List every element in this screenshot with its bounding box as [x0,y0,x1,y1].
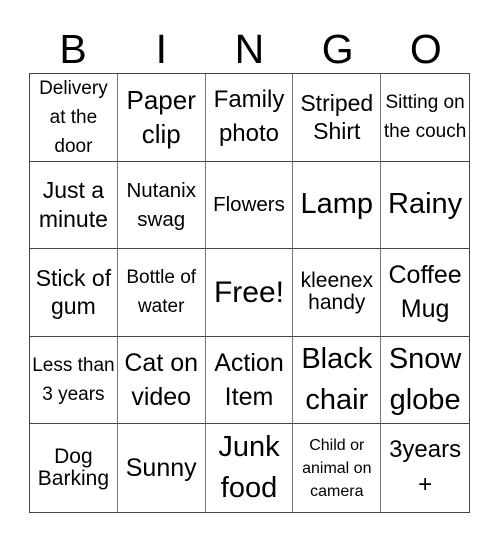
bingo-cell[interactable]: Nutanix swag [117,161,206,250]
header-letter-b: B [59,26,87,72]
header-letter-o: O [409,26,442,72]
bingo-cell[interactable]: Flowers [205,161,294,250]
bingo-cell[interactable]: Delivery at the door [30,74,118,162]
bingo-cell[interactable]: Coffee Mug [381,249,469,337]
bingo-cell[interactable]: Striped Shirt [293,74,382,162]
header-letter-i: I [155,26,167,72]
bingo-cell[interactable]: Snow globe [381,337,469,425]
bingo-cell[interactable]: 3years + [381,424,469,512]
bingo-cell[interactable]: Bottle of water [117,249,206,337]
bingo-cell[interactable]: Sitting on the couch [381,74,469,162]
bingo-cell[interactable]: Just a minute [30,161,118,250]
bingo-cell[interactable]: Cat on video [117,336,206,425]
bingo-cell[interactable]: Rainy [381,162,469,250]
bingo-cell[interactable]: Lamp [293,161,382,250]
bingo-cell[interactable]: Child or animal on camera [293,424,382,512]
bingo-cell[interactable]: Paper clip [117,74,206,162]
bingo-cell[interactable]: Stick of gum [30,249,118,337]
bingo-cell[interactable]: Sunny [118,424,206,512]
header-letter-n: N [234,26,265,72]
bingo-cell[interactable]: Family photo [205,74,294,162]
bingo-cell[interactable]: Action Item [205,336,294,425]
free-space[interactable]: Free! [205,249,294,337]
bingo-header: B I N G O [29,26,470,72]
bingo-cell[interactable]: Less than 3 years [30,336,118,425]
bingo-cell[interactable]: kleenex handy [293,249,382,337]
header-letter-g: G [321,26,354,72]
bingo-cell[interactable]: Dog Barking [30,424,118,512]
bingo-cell[interactable]: Black chair [293,336,382,425]
bingo-grid: Delivery at the door Paper clip Family p… [29,73,470,513]
bingo-cell[interactable]: Junk food [206,424,294,512]
